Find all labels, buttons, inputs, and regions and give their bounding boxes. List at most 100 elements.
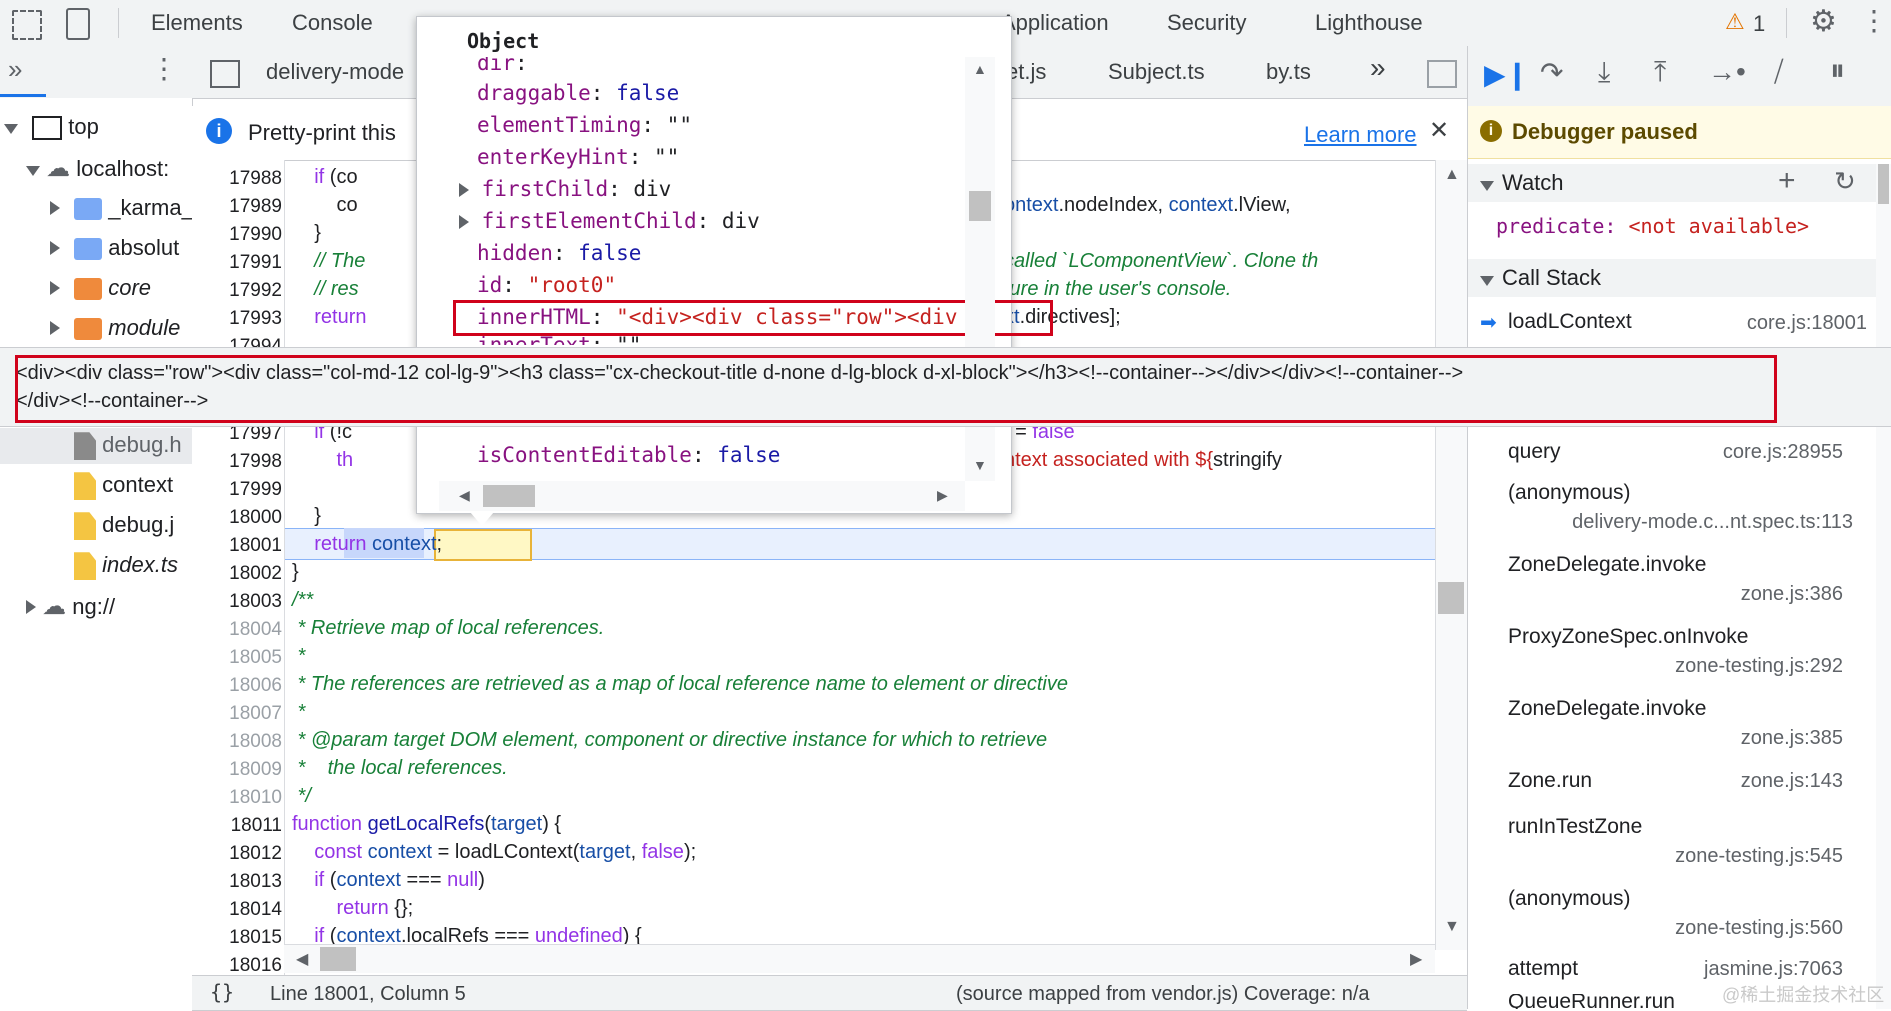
line-number[interactable]: 18013: [192, 871, 282, 893]
line-number[interactable]: 17989: [192, 196, 282, 218]
device-toolbar-icon[interactable]: [66, 8, 90, 40]
toggle-navigator-icon[interactable]: [210, 60, 240, 88]
line-number[interactable]: 18000: [192, 507, 282, 529]
navigator-menu-icon[interactable]: ⋮: [150, 52, 178, 85]
tree-item-file[interactable]: context: [74, 472, 173, 501]
tree-item-folder[interactable]: _karma_: [50, 195, 194, 221]
scrollbar-thumb[interactable]: [1438, 582, 1464, 614]
property-row[interactable]: isContentEditable: false: [477, 443, 780, 467]
property-row[interactable]: id: "root0": [477, 273, 616, 297]
tree-item-ng[interactable]: ☁ ng://: [26, 592, 115, 621]
inspect-element-icon[interactable]: [12, 10, 42, 40]
tab-lighthouse[interactable]: Lighthouse: [1315, 0, 1423, 46]
line-number[interactable]: 18001: [192, 535, 282, 557]
call-frame[interactable]: ZoneDelegate.invoke zone.js:386: [1468, 549, 1891, 611]
tab-elements[interactable]: Elements: [151, 0, 243, 46]
call-frame[interactable]: query core.js:28955: [1468, 436, 1891, 472]
code-comment: *: [292, 645, 306, 667]
tree-item-top[interactable]: top: [4, 114, 99, 141]
line-number[interactable]: 18006: [192, 675, 282, 697]
property-row[interactable]: firstChild: div: [459, 177, 671, 201]
scrollbar-thumb[interactable]: [320, 947, 356, 971]
popover-horizontal-scrollbar[interactable]: ◀ ▶: [439, 481, 965, 511]
settings-gear-icon[interactable]: ⚙: [1810, 4, 1837, 39]
evaluated-expression[interactable]: [434, 529, 532, 561]
tree-item-file[interactable]: index.ts: [74, 552, 178, 581]
line-number[interactable]: 17998: [192, 451, 282, 473]
editor-horizontal-scrollbar[interactable]: ◀ ▶: [284, 944, 1435, 973]
watch-expression[interactable]: predicate: <not available>: [1496, 214, 1809, 238]
line-number[interactable]: 18007: [192, 703, 282, 725]
toggle-debugger-icon[interactable]: [1427, 60, 1457, 88]
call-frame[interactable]: ZoneDelegate.invoke zone.js:385: [1468, 693, 1891, 755]
property-row[interactable]: enterKeyHint: "": [477, 145, 679, 169]
step-into-icon[interactable]: ⤓: [1598, 56, 1610, 89]
line-number[interactable]: 18004: [192, 619, 282, 641]
tree-item-folder[interactable]: absolut: [50, 235, 179, 261]
property-row[interactable]: dir:: [477, 57, 528, 75]
sidebar-scrollbar[interactable]: [1876, 164, 1891, 1009]
tree-item-file[interactable]: debug.h: [74, 432, 182, 461]
file-tab[interactable]: Subject.ts: [1108, 59, 1205, 85]
tree-item-localhost[interactable]: ☁ localhost:: [26, 154, 169, 183]
resume-icon[interactable]: ▶❙: [1484, 58, 1529, 91]
info-icon: i: [206, 118, 232, 144]
step-icon[interactable]: →•: [1708, 56, 1746, 88]
tab-security[interactable]: Security: [1167, 0, 1246, 46]
watch-section-header[interactable]: Watch + ↻: [1468, 164, 1891, 202]
line-number[interactable]: 17990: [192, 224, 282, 246]
step-out-icon[interactable]: ⤒: [1654, 56, 1666, 89]
tree-item-folder[interactable]: module: [50, 315, 180, 341]
refresh-icon[interactable]: ↻: [1834, 166, 1856, 197]
property-row[interactable]: firstElementChild: div: [459, 209, 760, 233]
line-number[interactable]: 18011: [192, 815, 282, 837]
add-watch-icon[interactable]: +: [1778, 164, 1796, 198]
line-number[interactable]: 18009: [192, 759, 282, 781]
tree-item-folder[interactable]: core: [50, 275, 151, 301]
line-number[interactable]: 18015: [192, 927, 282, 949]
pause-on-exceptions-icon[interactable]: ⏸: [1830, 54, 1845, 88]
line-number[interactable]: 17991: [192, 252, 282, 274]
editor-vertical-scrollbar[interactable]: ▲ ▼: [1435, 160, 1468, 950]
line-number[interactable]: 18008: [192, 731, 282, 753]
line-number[interactable]: 18003: [192, 591, 282, 613]
call-frame[interactable]: (anonymous) zone-testing.js:560: [1468, 883, 1891, 945]
line-number[interactable]: 17993: [192, 308, 282, 330]
pretty-print-icon[interactable]: {}: [210, 980, 234, 1004]
call-frame[interactable]: (anonymous) delivery-mode.c...nt.spec.ts…: [1468, 477, 1891, 539]
learn-more-link[interactable]: Learn more: [1304, 122, 1417, 148]
tab-console[interactable]: Console: [292, 0, 373, 46]
object-preview-popover[interactable]: Object dir: draggable: false elementTimi…: [416, 16, 1053, 514]
call-frame[interactable]: runInTestZone zone-testing.js:545: [1468, 811, 1891, 873]
file-tab[interactable]: delivery-mode: [266, 59, 404, 85]
line-number[interactable]: 17999: [192, 479, 282, 501]
more-tabs-chevron-icon[interactable]: »: [8, 54, 22, 85]
tree-item-file[interactable]: debug.j: [74, 512, 174, 541]
call-frame[interactable]: Zone.run zone.js:143: [1468, 765, 1891, 801]
line-number[interactable]: 18016: [192, 955, 282, 977]
close-icon[interactable]: ✕: [1429, 116, 1449, 145]
line-number[interactable]: 17988: [192, 168, 282, 190]
property-row[interactable]: elementTiming: "": [477, 113, 692, 137]
current-frame-arrow-icon: ➡: [1480, 312, 1497, 334]
warning-icon[interactable]: ⚠: [1725, 9, 1745, 35]
tab-application[interactable]: Application: [1001, 0, 1109, 46]
line-number[interactable]: 17992: [192, 280, 282, 302]
line-number[interactable]: 18014: [192, 899, 282, 921]
step-over-icon[interactable]: ↷: [1540, 56, 1563, 89]
property-row[interactable]: draggable: false: [477, 81, 679, 105]
deactivate-breakpoints-icon[interactable]: ⧸: [1774, 56, 1784, 89]
line-number[interactable]: 18005: [192, 647, 282, 669]
call-frame[interactable]: ProxyZoneSpec.onInvoke zone-testing.js:2…: [1468, 621, 1891, 683]
folder-icon: [74, 278, 103, 301]
line-number[interactable]: 18012: [192, 843, 282, 865]
line-number[interactable]: 18002: [192, 563, 282, 585]
property-row[interactable]: hidden: false: [477, 241, 641, 265]
call-stack-header[interactable]: Call Stack: [1468, 259, 1891, 297]
call-frame-selected[interactable]: ➡ loadLContext core.js:18001: [1468, 304, 1891, 342]
more-tabs-chevron-icon[interactable]: »: [1370, 52, 1386, 84]
file-tab[interactable]: et.js: [1006, 59, 1046, 85]
line-number[interactable]: 18010: [192, 787, 282, 809]
more-options-icon[interactable]: ⋮: [1860, 4, 1888, 37]
file-tab[interactable]: by.ts: [1266, 59, 1311, 85]
